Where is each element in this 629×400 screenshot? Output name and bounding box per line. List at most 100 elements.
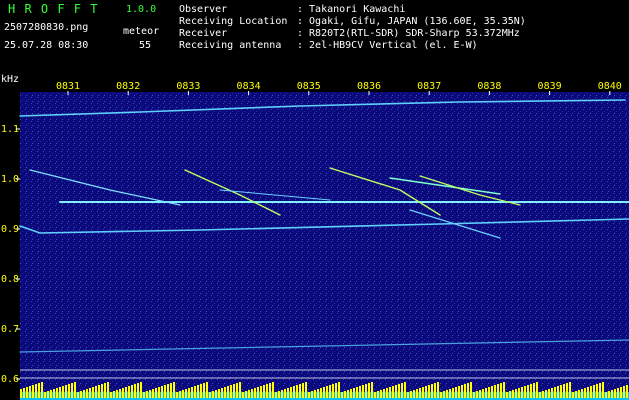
activity-bar: [473, 392, 475, 398]
activity-bar: [542, 391, 544, 398]
app-version: 1.0.0: [126, 4, 157, 15]
activity-bar: [431, 384, 433, 398]
activity-bar: [521, 387, 523, 398]
activity-bar: [539, 392, 541, 398]
activity-bar: [308, 392, 310, 398]
info-value-antenna: : 2el-HB9CV Vertical (el. E-W): [297, 40, 478, 51]
activity-bar: [218, 389, 220, 398]
activity-bar: [236, 383, 238, 398]
activity-bar: [470, 382, 472, 398]
activity-bar: [101, 384, 103, 398]
time-tick-label: 0837: [417, 81, 441, 92]
file-name: 2507280830.png: [4, 22, 89, 33]
activity-bar: [161, 386, 163, 398]
activity-bar: [614, 389, 616, 398]
info-label-location: Receiving Location: [179, 16, 288, 27]
activity-bar: [359, 386, 361, 398]
activity-bar: [455, 387, 457, 398]
activity-bar: [47, 391, 49, 398]
info-label-receiver: Receiver: [179, 28, 228, 39]
activity-bar: [392, 386, 394, 398]
activity-bar: [578, 390, 580, 398]
activity-bar: [437, 382, 439, 398]
activity-bar: [422, 387, 424, 398]
activity-bar: [488, 387, 490, 398]
activity-bar: [398, 384, 400, 398]
activity-bar: [119, 389, 121, 398]
activity-bar: [176, 392, 178, 398]
activity-bar: [275, 392, 277, 398]
time-tick-label: 0835: [297, 81, 321, 92]
activity-bar: [242, 392, 244, 398]
activity-bar: [365, 384, 367, 398]
activity-bar: [410, 391, 412, 398]
activity-bar: [155, 388, 157, 398]
time-tick-label: 0840: [598, 81, 622, 92]
waterfall-background: [20, 78, 629, 400]
activity-bar: [140, 382, 142, 398]
activity-bar: [581, 389, 583, 398]
activity-bar: [260, 386, 262, 398]
meteor-label: meteor: [123, 26, 160, 37]
activity-bar: [500, 383, 502, 398]
activity-bar: [74, 382, 76, 398]
meteor-count: 55: [139, 40, 152, 51]
activity-bar: [494, 385, 496, 398]
info-label-antenna: Receiving antenna: [179, 40, 282, 51]
activity-bar: [443, 391, 445, 398]
activity-bar: [584, 388, 586, 398]
activity-bar: [497, 384, 499, 398]
activity-bar: [362, 385, 364, 398]
activity-bar: [20, 389, 22, 398]
activity-bar: [386, 388, 388, 398]
activity-bar: [620, 387, 622, 398]
activity-bar: [158, 387, 160, 398]
activity-bar: [59, 387, 61, 398]
activity-bar: [131, 385, 133, 398]
activity-bar: [551, 388, 553, 398]
activity-bar: [251, 389, 253, 398]
activity-bar: [62, 386, 64, 398]
activity-bar: [458, 386, 460, 398]
activity-bar: [401, 383, 403, 398]
activity-bar: [35, 384, 37, 398]
activity-bar: [368, 383, 370, 398]
activity-bar: [89, 388, 91, 398]
activity-bar: [26, 387, 28, 398]
activity-bar: [416, 389, 418, 398]
activity-bar: [314, 390, 316, 398]
activity-bar: [182, 390, 184, 398]
activity-bar: [404, 382, 406, 398]
activity-bar: [434, 383, 436, 398]
activity-bar: [491, 386, 493, 398]
time-tick-label: 0838: [477, 81, 501, 92]
activity-bar: [173, 382, 175, 398]
activity-bar: [23, 388, 25, 398]
activity-bar: [128, 386, 130, 398]
activity-bar: [254, 388, 256, 398]
activity-bar: [290, 387, 292, 398]
activity-bar: [395, 385, 397, 398]
activity-bar: [113, 391, 115, 398]
time-tick-label: 0833: [176, 81, 200, 92]
activity-bar: [428, 385, 430, 398]
activity-bar: [608, 391, 610, 398]
activity-bar: [590, 386, 592, 398]
activity-bar: [44, 392, 46, 398]
activity-bar: [146, 391, 148, 398]
activity-bar: [299, 384, 301, 398]
app-title: H R O F F T: [8, 2, 99, 16]
activity-bar: [167, 384, 169, 398]
activity-bar: [413, 390, 415, 398]
activity-bar: [296, 385, 298, 398]
activity-bar: [287, 388, 289, 398]
activity-bar: [380, 390, 382, 398]
time-tick-label: 0839: [538, 81, 562, 92]
info-value-location: : Ogaki, Gifu, JAPAN (136.60E, 35.35N): [297, 16, 526, 27]
activity-bar: [194, 386, 196, 398]
activity-bar: [305, 382, 307, 398]
activity-bar: [389, 387, 391, 398]
activity-bar: [479, 390, 481, 398]
activity-bar: [572, 392, 574, 398]
activity-bar: [179, 391, 181, 398]
